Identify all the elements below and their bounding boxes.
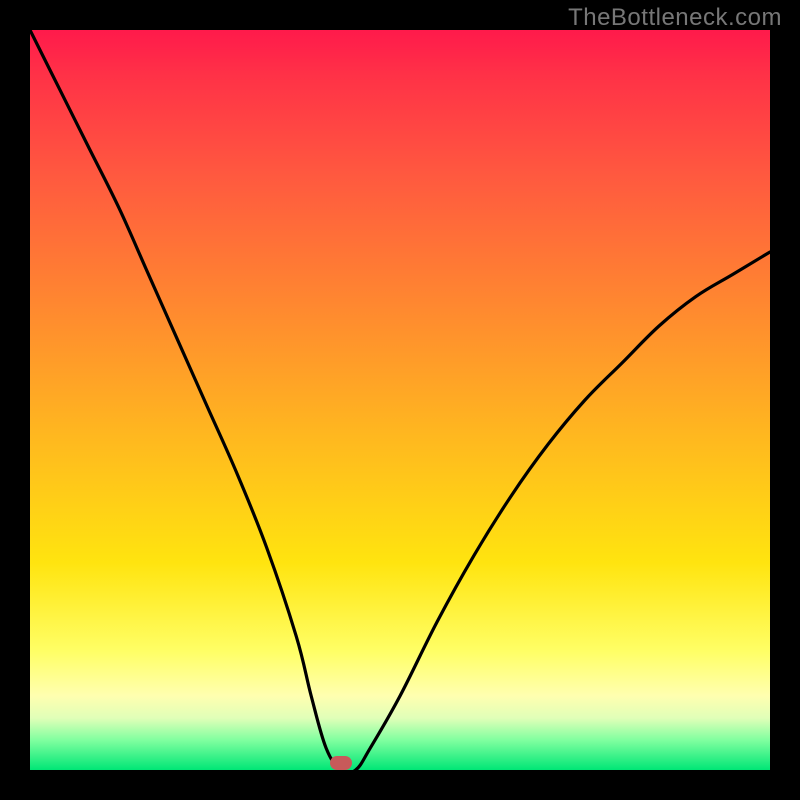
- bottleneck-curve-path: [30, 30, 770, 770]
- minimum-marker: [330, 756, 352, 770]
- plot-area: [30, 30, 770, 770]
- curve-svg: [30, 30, 770, 770]
- watermark-text: TheBottleneck.com: [568, 4, 782, 32]
- chart-outer: TheBottleneck.com: [0, 0, 800, 800]
